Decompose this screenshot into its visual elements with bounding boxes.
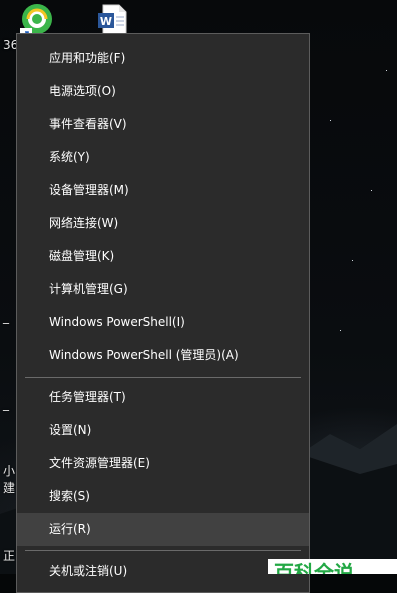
star	[340, 330, 341, 331]
menu-item-disk-management[interactable]: 磁盘管理(K)	[17, 240, 309, 273]
menu-item-system[interactable]: 系统(Y)	[17, 141, 309, 174]
desktop-fragment: 小	[3, 464, 16, 478]
menu-item-power-options[interactable]: 电源选项(O)	[17, 75, 309, 108]
menu-item-file-explorer[interactable]: 文件资源管理器(E)	[17, 447, 309, 480]
desktop-fragment: 正	[3, 549, 16, 563]
menu-item-apps-and-features[interactable]: 应用和功能(F)	[17, 42, 309, 75]
menu-separator	[25, 377, 301, 378]
star	[371, 190, 372, 191]
menu-item-run[interactable]: 运行(R)	[17, 513, 309, 546]
menu-item-powershell[interactable]: Windows PowerShell(I)	[17, 306, 309, 339]
menu-item-network-connections[interactable]: 网络连接(W)	[17, 207, 309, 240]
menu-item-task-manager[interactable]: 任务管理器(T)	[17, 381, 309, 414]
menu-item-search[interactable]: 搜索(S)	[17, 480, 309, 513]
star	[352, 260, 353, 261]
svg-text:W: W	[100, 15, 112, 28]
watermark-logo: 百科全说	[268, 559, 397, 574]
desktop-fragment: _	[3, 397, 9, 411]
winx-context-menu: 应用和功能(F) 电源选项(O) 事件查看器(V) 系统(Y) 设备管理器(M)…	[16, 33, 310, 593]
desktop-fragment: _	[3, 310, 9, 324]
watermark-text: 百科全说	[274, 561, 354, 574]
menu-item-event-viewer[interactable]: 事件查看器(V)	[17, 108, 309, 141]
word-document-icon[interactable]: W	[97, 4, 127, 36]
menu-item-device-manager[interactable]: 设备管理器(M)	[17, 174, 309, 207]
star	[386, 70, 387, 71]
menu-item-computer-management[interactable]: 计算机管理(G)	[17, 273, 309, 306]
menu-separator	[25, 550, 301, 551]
menu-item-settings[interactable]: 设置(N)	[17, 414, 309, 447]
menu-item-powershell-admin[interactable]: Windows PowerShell (管理员)(A)	[17, 339, 309, 372]
star	[330, 120, 331, 121]
desktop-fragment: 建	[3, 481, 16, 495]
menu-item-shutdown-or-sign-out[interactable]: 关机或注销(U)	[17, 555, 309, 588]
